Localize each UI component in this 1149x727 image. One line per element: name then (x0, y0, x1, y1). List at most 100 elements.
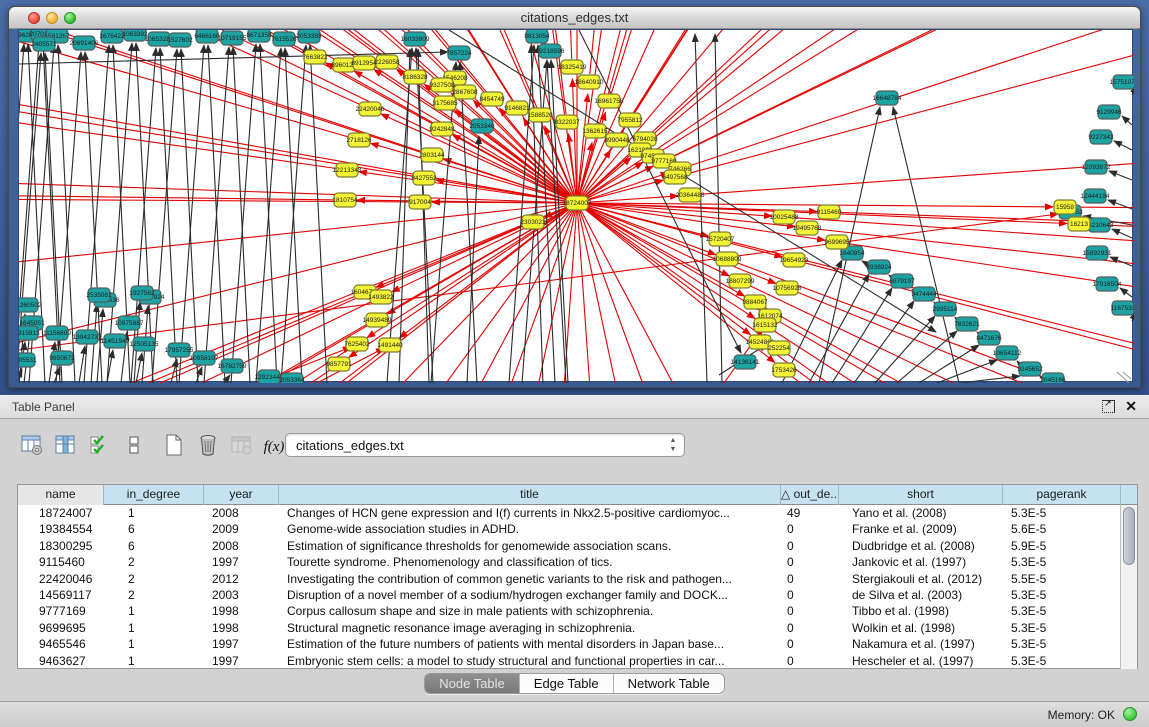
graph-node-teal[interactable]: 10958107 (190, 351, 219, 365)
graph-node-yellow[interactable]: 9857791 (326, 357, 352, 371)
tab-node-table[interactable]: Node Table (425, 674, 520, 693)
graph-node-yellow[interactable]: 8186328 (402, 70, 428, 84)
graph-node-yellow[interactable]: 18640910 (575, 75, 604, 89)
graph-node-yellow[interactable]: 8427552 (411, 171, 437, 185)
graph-node-teal[interactable]: 11156809 (43, 326, 71, 340)
graph-node-teal[interactable]: 13942737 (73, 330, 102, 344)
graph-node-yellow[interactable]: 8454749 (479, 92, 505, 106)
graph-node-teal[interactable]: 1676422 (99, 30, 125, 43)
graph-node-yellow[interactable]: 22420046 (356, 102, 385, 116)
graph-node-yellow[interactable]: 9327508 (429, 78, 455, 92)
graph-node-teal[interactable]: 11451940 (101, 334, 130, 348)
graph-node-teal[interactable]: 7905531 (19, 353, 37, 367)
close-icon[interactable]: ✕ (1125, 398, 1137, 415)
network-canvas[interactable]: 1962012207012415812672405571206914061676… (18, 29, 1133, 382)
new-column-icon[interactable] (160, 431, 188, 459)
graph-node-teal[interactable]: 2935114 (933, 302, 958, 316)
select-all-icon[interactable] (86, 431, 114, 459)
graph-node-teal[interactable]: 10975887 (115, 316, 144, 330)
graph-node-yellow[interactable]: 7955812 (617, 113, 643, 127)
table-body[interactable]: 1872400712008Changes of HCN gene express… (18, 505, 1137, 669)
graph-node-teal[interactable]: 9474444 (911, 287, 937, 301)
graph-node-teal[interactable]: 8938924 (866, 260, 892, 274)
graph-node-yellow[interactable]: 10025488 (770, 210, 799, 224)
graph-node-teal[interactable]: 9227343 (1088, 130, 1114, 144)
clear-selection-icon[interactable] (120, 431, 148, 459)
delete-table-icon[interactable] (228, 431, 256, 459)
graph-node-yellow[interactable]: 16961758 (595, 94, 624, 108)
graph-node-yellow[interactable]: 2867608 (452, 85, 478, 99)
graph-node-teal[interactable]: 20691406 (70, 36, 99, 50)
column-header-short[interactable]: short (839, 485, 1003, 505)
graph-node-teal[interactable]: 6466160 (194, 30, 220, 43)
table-row[interactable]: 911546021997Tourette syndrome. Phenomeno… (18, 554, 1137, 570)
graph-node-teal[interactable]: 2045166 (1040, 373, 1066, 383)
table-row[interactable]: 2242004622012Investigating the contribut… (18, 571, 1137, 587)
graph-node-teal[interactable]: 10719155 (218, 31, 247, 45)
graph-node-teal[interactable]: 15751074 (1110, 75, 1134, 89)
graph-node-teal[interactable]: 2053389 (296, 30, 322, 43)
graph-node-yellow[interactable]: 1588520 (527, 108, 553, 122)
graph-node-yellow[interactable]: 15958 (1054, 200, 1076, 214)
window-titlebar[interactable]: citations_edges.txt (9, 7, 1140, 29)
graph-node-yellow[interactable]: 8322037 (554, 115, 580, 129)
column-header-pagerank[interactable]: pagerank (1003, 485, 1121, 505)
column-header-title[interactable]: title (279, 485, 781, 505)
graph-node-yellow[interactable]: 7663822 (302, 50, 328, 64)
graph-node-teal[interactable]: 10654112 (993, 346, 1022, 360)
graph-node-teal[interactable]: 12093872 (1082, 160, 1111, 174)
graph-node-yellow[interactable]: 252254 (768, 341, 790, 355)
table-row[interactable]: 1872400712008Changes of HCN gene express… (18, 505, 1137, 521)
graph-node-yellow[interactable]: 1493822 (368, 290, 394, 304)
graph-node-yellow[interactable]: 2803144 (419, 148, 445, 162)
column-header-out_de[interactable]: △ out_de... (781, 485, 839, 505)
table-row[interactable]: 946362711997Embryonic stem cells: a mode… (18, 653, 1137, 669)
table-row[interactable]: 946554611997Estimation of the future num… (18, 636, 1137, 652)
graph-node-teal[interactable]: 9129946 (1096, 105, 1122, 119)
table-options-icon[interactable] (18, 431, 46, 459)
graph-node-teal[interactable]: 8813054 (524, 30, 550, 43)
graph-node-teal[interactable]: 3915913 (19, 326, 40, 340)
graph-node-yellow[interactable]: 9242848 (429, 122, 455, 136)
graph-node-yellow[interactable]: 10688809 (713, 252, 742, 266)
graph-node-yellow[interactable]: 18807299 (726, 274, 755, 288)
graph-node-teal[interactable]: 7832621 (954, 317, 980, 331)
table-row[interactable]: 1456911722003Disruption of a novel membe… (18, 587, 1137, 603)
network-window[interactable]: citations_edges.txt 19620122070124158126… (8, 6, 1141, 388)
graph-node-yellow[interactable]: 1810754 (332, 193, 358, 207)
graph-node-yellow[interactable]: 18325419 (558, 60, 587, 74)
graph-node-teal[interactable]: 8671358 (246, 30, 272, 42)
table-select-dropdown[interactable]: citations_edges.txt ▲▼ (285, 433, 685, 457)
delete-column-icon[interactable] (194, 431, 222, 459)
graph-node-yellow[interactable]: 16213 (1068, 217, 1090, 231)
graph-node-yellow[interactable]: 1362615 (582, 124, 608, 138)
table-row[interactable]: 1938455462009Genome-wide association stu… (18, 521, 1137, 537)
graph-node-yellow[interactable]: 3175685 (432, 96, 458, 110)
graph-node-teal[interactable]: 2535061 (86, 288, 112, 302)
graph-node-yellow[interactable]: 7625402 (344, 337, 370, 351)
column-header-year[interactable]: year (204, 485, 279, 505)
graph-node-teal[interactable]: 16782759 (218, 359, 247, 373)
graph-node-yellow[interactable]: 2303021 (520, 215, 546, 229)
graph-node-yellow[interactable]: 1491440 (377, 338, 403, 352)
graph-node-yellow[interactable]: 6497568 (662, 170, 688, 184)
graph-node-teal[interactable]: 12505135 (130, 337, 159, 351)
graph-node-yellow[interactable]: 2226058 (374, 55, 400, 69)
function-builder-icon[interactable]: f(x) (260, 433, 288, 461)
tab-edge-table[interactable]: Edge Table (520, 674, 614, 693)
graph-node-teal[interactable]: 1927562 (129, 286, 155, 300)
tab-network-table[interactable]: Network Table (614, 674, 724, 693)
table-row[interactable]: 969969511998Structural magnetic resonanc… (18, 620, 1137, 636)
vertical-scrollbar[interactable] (1120, 505, 1137, 669)
graph-node-teal[interactable]: 19218596 (536, 44, 565, 58)
graph-node-teal[interactable]: 6879197 (889, 274, 915, 288)
graph-node-yellow[interactable]: 917004 (409, 195, 431, 209)
graph-node-yellow[interactable]: 9146821 (504, 101, 530, 115)
graph-node-teal[interactable]: 16033809 (401, 32, 430, 46)
graph-node-yellow[interactable]: 15720407 (706, 232, 735, 246)
graph-node-yellow[interactable]: 20364486 (676, 188, 705, 202)
show-columns-icon[interactable] (52, 431, 80, 459)
column-header-in_degree[interactable]: in_degree (104, 485, 204, 505)
graph-node-teal[interactable]: 7857224 (446, 46, 472, 60)
graph-node-yellow[interactable]: 9115460 (817, 205, 842, 219)
